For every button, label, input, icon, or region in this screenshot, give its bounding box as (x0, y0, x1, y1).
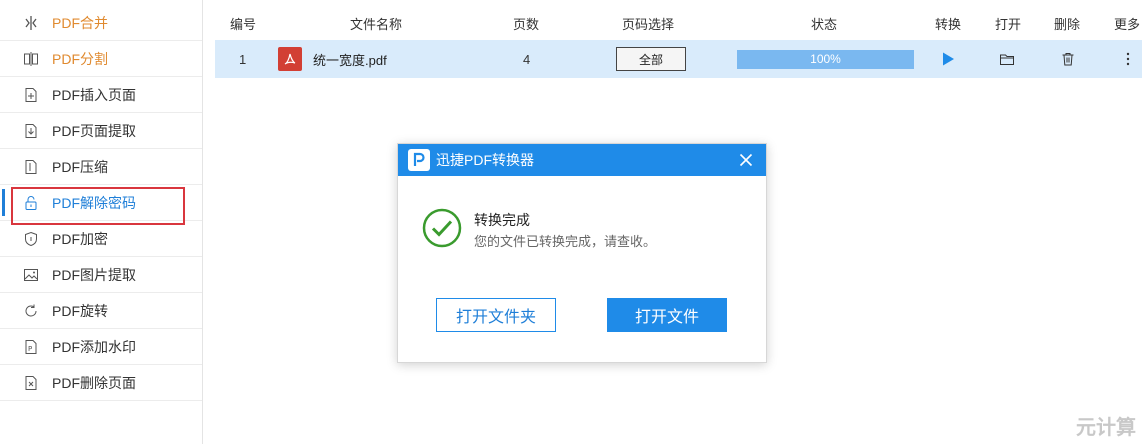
table-row[interactable]: 1 统一宽度.pdf 4 全部 100% (215, 40, 1142, 78)
sidebar-item-label: PDF分割 (52, 50, 108, 67)
open-file-button[interactable]: 打开文件 (607, 298, 727, 332)
sidebar-item-merge[interactable]: PDF合并 (0, 5, 202, 41)
sidebar-item-delete-page[interactable]: PDF删除页面 (0, 365, 202, 401)
svg-text:P: P (28, 345, 32, 353)
image-icon (22, 266, 40, 284)
dialog-header: 迅捷PDF转换器 (398, 144, 766, 176)
trash-icon (1062, 53, 1074, 66)
dialog-title: 迅捷PDF转换器 (436, 152, 534, 168)
close-button[interactable] (736, 150, 756, 170)
compress-icon (22, 158, 40, 176)
col-index-header: 编号 (230, 17, 257, 32)
col-status-header: 状态 (811, 17, 838, 32)
open-folder-dialog-button[interactable]: 打开文件夹 (436, 298, 556, 332)
col-convert-header: 转换 (935, 17, 962, 32)
sidebar-item-label: PDF删除页面 (52, 374, 136, 391)
split-icon (22, 50, 40, 68)
convert-button[interactable] (940, 40, 956, 78)
message-title: 转换完成 (474, 212, 530, 228)
col-more-header: 更多 (1114, 17, 1141, 32)
sidebar-item-split[interactable]: PDF分割 (0, 41, 202, 77)
sidebar-item-label: PDF页面提取 (52, 122, 136, 139)
sidebar-item-encrypt[interactable]: PDF加密 (0, 221, 202, 257)
sidebar-item-image-extract[interactable]: PDF图片提取 (0, 257, 202, 293)
col-filename-header: 文件名称 (350, 17, 403, 32)
message-subtitle: 您的文件已转换完成，请查收。 (474, 234, 657, 249)
insert-page-icon (22, 86, 40, 104)
sidebar-item-compress[interactable]: PDF压缩 (0, 149, 202, 185)
check-circle-icon (422, 208, 462, 248)
page-range-button[interactable]: 全部 (616, 47, 686, 71)
shield-icon (22, 230, 40, 248)
pdf-file-icon (278, 47, 302, 71)
more-button[interactable] (1125, 40, 1131, 78)
row-pages: 4 (523, 51, 531, 67)
progress-text: 100% (810, 52, 841, 66)
sidebar-item-extract-page[interactable]: PDF页面提取 (0, 113, 202, 149)
file-type-cell (278, 40, 302, 78)
sidebar: PDF合并 PDF分割 PDF插入页面 PDF页面提取 PDF压缩 PDF解除密… (0, 0, 203, 444)
conversion-complete-dialog: 迅捷PDF转换器 转换完成 您的文件已转换完成，请查收。 打开文件夹 打开文件 (397, 143, 767, 363)
col-page-select-header: 页码选择 (622, 17, 675, 32)
delete-button[interactable] (1060, 40, 1076, 78)
extract-page-icon (22, 122, 40, 140)
folder-icon (1000, 54, 1014, 65)
sidebar-item-insert-page[interactable]: PDF插入页面 (0, 77, 202, 113)
sidebar-item-watermark[interactable]: P PDF添加水印 (0, 329, 202, 365)
col-open-header: 打开 (995, 17, 1022, 32)
sidebar-item-label: PDF图片提取 (52, 266, 136, 283)
col-delete-header: 删除 (1054, 17, 1081, 32)
close-icon (739, 153, 753, 167)
sidebar-item-label: PDF添加水印 (52, 338, 136, 355)
sidebar-item-label: PDF旋转 (52, 302, 108, 319)
watermark-text: 元计算 (1076, 417, 1136, 439)
sidebar-item-label: PDF加密 (52, 230, 108, 247)
sidebar-item-rotate[interactable]: PDF旋转 (0, 293, 202, 329)
open-folder-button[interactable] (999, 40, 1015, 78)
dialog-body: 转换完成 您的文件已转换完成，请查收。 打开文件夹 打开文件 (398, 176, 766, 364)
delete-page-icon (22, 374, 40, 392)
col-pages-header: 页数 (513, 17, 540, 32)
sidebar-item-label: PDF压缩 (52, 158, 108, 175)
sidebar-item-label: PDF合并 (52, 14, 108, 31)
sidebar-item-label: PDF插入页面 (52, 86, 136, 103)
row-filename: 统一宽度.pdf (313, 52, 387, 68)
highlight-annotation (11, 187, 185, 225)
more-vertical-icon (1126, 52, 1130, 66)
row-index: 1 (239, 51, 247, 67)
app-logo-icon (408, 149, 430, 171)
watermark-icon: P (22, 338, 40, 356)
rotate-icon (22, 302, 40, 320)
merge-icon (22, 14, 40, 32)
play-icon (943, 52, 954, 66)
progress-bar: 100% (737, 49, 914, 69)
